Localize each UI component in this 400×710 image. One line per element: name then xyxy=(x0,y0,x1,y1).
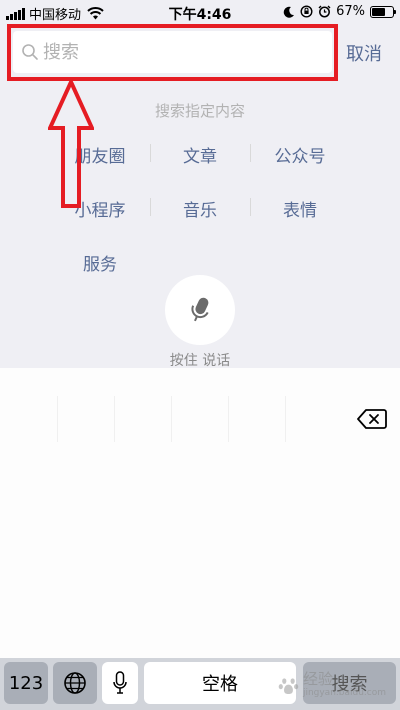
divider xyxy=(228,396,229,442)
microphone-icon xyxy=(113,671,127,694)
dictation-key[interactable] xyxy=(102,662,138,704)
cancel-button[interactable]: 取消 xyxy=(346,40,382,66)
candidate-strip xyxy=(0,368,400,444)
divider xyxy=(57,396,58,442)
category-services[interactable]: 服务 xyxy=(50,250,150,275)
keyboard: 123 空格 搜索 经验 jingyan.baidu.com xyxy=(0,368,400,710)
space-key[interactable]: 空格 xyxy=(144,662,296,704)
paw-logo-icon xyxy=(278,678,299,695)
battery-icon xyxy=(370,5,396,18)
microphone-icon xyxy=(191,297,209,322)
status-bar: 中国移动 下午4:46 67% xyxy=(0,0,400,26)
category-music[interactable]: 音乐 xyxy=(150,196,250,221)
voice-input-button[interactable] xyxy=(165,275,235,345)
baidu-jingyan-watermark: 经验 jingyan.baidu.com xyxy=(278,668,386,704)
globe-icon xyxy=(64,672,86,694)
moon-icon xyxy=(283,6,295,18)
watermark-subtext: jingyan.baidu.com xyxy=(302,688,386,698)
divider xyxy=(171,396,172,442)
battery-percent: 67% xyxy=(336,4,365,19)
category-official-accounts[interactable]: 公众号 xyxy=(250,142,350,167)
numbers-key[interactable]: 123 xyxy=(4,662,48,704)
divider xyxy=(285,396,286,442)
globe-key[interactable] xyxy=(53,662,97,704)
backspace-icon[interactable] xyxy=(357,408,387,430)
rotation-lock-icon xyxy=(300,5,313,18)
annotation-arrow xyxy=(48,80,94,208)
search-highlight-box xyxy=(7,24,338,81)
category-articles[interactable]: 文章 xyxy=(150,142,250,167)
voice-label: 按住 说话 xyxy=(169,353,231,369)
divider xyxy=(114,396,115,442)
category-stickers[interactable]: 表情 xyxy=(250,196,350,221)
battery-fill xyxy=(372,7,386,16)
alarm-icon xyxy=(318,5,331,18)
